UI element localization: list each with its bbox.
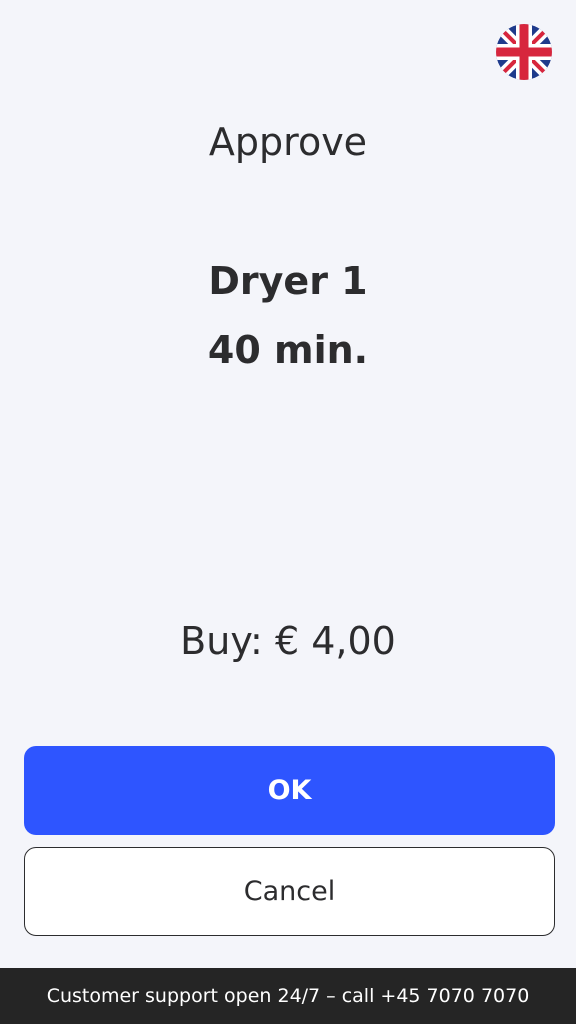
uk-flag-icon (496, 24, 552, 80)
program-duration: 40 min. (207, 328, 369, 372)
price-label: Buy: (180, 619, 263, 663)
price-summary: Buy: € 4,00 (0, 614, 576, 668)
language-selector[interactable] (496, 24, 552, 80)
cancel-button-label: Cancel (243, 876, 336, 907)
ok-button-label: OK (267, 775, 312, 806)
ok-button[interactable]: OK (24, 746, 555, 835)
support-text: Customer support open 24/7 – call +45 70… (46, 985, 530, 1007)
machine-name: Dryer 1 (208, 259, 368, 303)
cancel-button[interactable]: Cancel (24, 847, 555, 936)
support-footer: Customer support open 24/7 – call +45 70… (0, 968, 576, 1024)
price-value: € 4,00 (274, 619, 396, 663)
dialog-title: Approve (208, 120, 368, 164)
